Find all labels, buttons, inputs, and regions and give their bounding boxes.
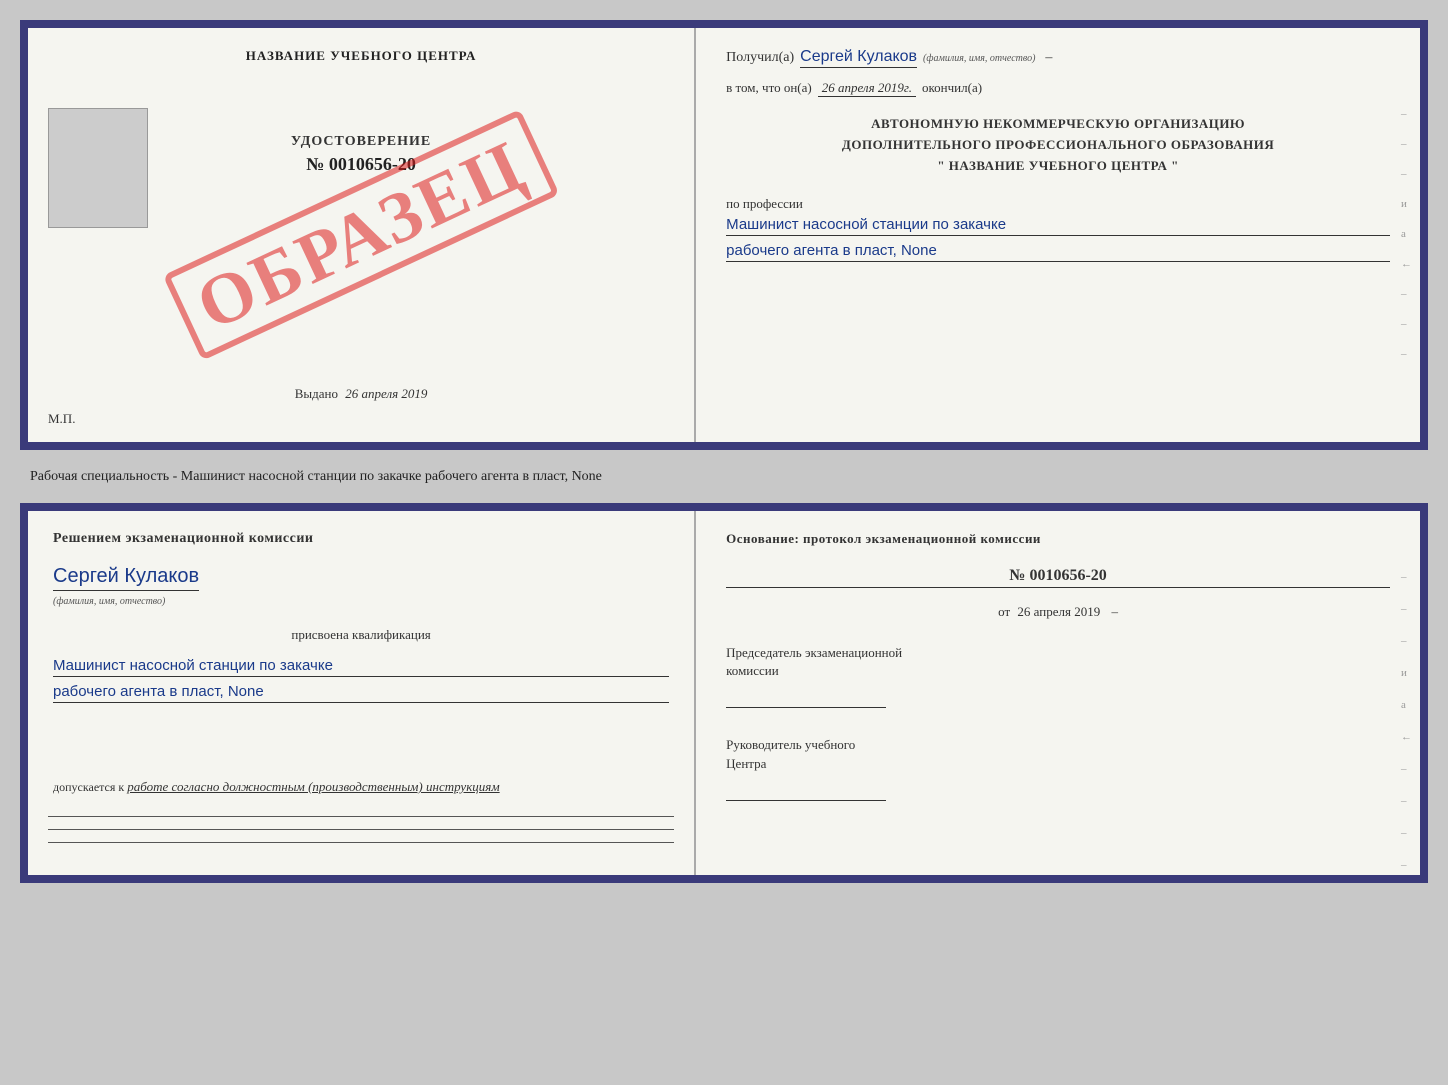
- org-line1: АВТОНОМНУЮ НЕКОММЕРЧЕСКУЮ ОРГАНИЗАЦИЮ: [726, 114, 1390, 135]
- vydano-label: Выдано: [295, 386, 338, 401]
- line-sep-1: [48, 816, 674, 817]
- doc-left: НАЗВАНИЕ УЧЕБНОГО ЦЕНТРА УДОСТОВЕРЕНИЕ №…: [28, 28, 696, 442]
- prisvoena: присвоена квалификация: [53, 627, 669, 643]
- mp-line: М.П.: [48, 411, 75, 427]
- line-sep-2: [48, 829, 674, 830]
- dash-top: –: [1045, 50, 1052, 66]
- dopusk-text: работе согласно должностным (производств…: [127, 779, 499, 794]
- bottom-date: 26 апреля 2019: [1017, 604, 1100, 619]
- vtom-row: в том, что он(а) 26 апреля 2019г. окончи…: [726, 80, 1390, 97]
- rukovoditel-title: Руководитель учебного Центра: [726, 736, 1390, 772]
- bottom-kvali-line2: рабочего агента в пласт, None: [53, 683, 669, 703]
- top-date: 26 апреля 2019г.: [818, 80, 916, 97]
- osnov-title: Основание: протокол экзаменационной коми…: [726, 531, 1390, 547]
- org-block: АВТОНОМНУЮ НЕКОММЕРЧЕСКУЮ ОРГАНИЗАЦИЮ ДО…: [726, 114, 1390, 176]
- dopuskaetsya-label: допускается к: [53, 780, 124, 794]
- bottom-right-side-lines: – – – и а ← – – – –: [1401, 571, 1412, 871]
- doc-right: Получил(а) Сергей Кулаков (фамилия, имя,…: [696, 28, 1420, 442]
- page-wrapper: НАЗВАНИЕ УЧЕБНОГО ЦЕНТРА УДОСТОВЕРЕНИЕ №…: [20, 20, 1428, 883]
- bottom-kvali-line1: Машинист насосной станции по закачке: [53, 657, 669, 677]
- org-line3: " НАЗВАНИЕ УЧЕБНОГО ЦЕНТРА ": [726, 156, 1390, 177]
- udostoverenie-block: УДОСТОВЕРЕНИЕ № 0010656-20: [291, 134, 431, 175]
- protocol-number: № 0010656-20: [726, 567, 1390, 588]
- top-center-title: НАЗВАНИЕ УЧЕБНОГО ЦЕНТРА: [246, 48, 477, 64]
- bottom-left: Решением экзаменационной комиссии Сергей…: [28, 511, 696, 875]
- middle-text: Рабочая специальность - Машинист насосно…: [20, 460, 1428, 493]
- komissia-title: Решением экзаменационной комиссии: [53, 531, 669, 547]
- top-profession-line1: Машинист насосной станции по закачке: [726, 216, 1390, 236]
- org-line2: ДОПОЛНИТЕЛЬНОГО ПРОФЕССИОНАЛЬНОГО ОБРАЗО…: [726, 135, 1390, 156]
- bottom-left-lines: [48, 816, 674, 855]
- recipient-name: Сергей Кулаков: [800, 48, 917, 68]
- line-sep-3: [48, 842, 674, 843]
- top-profession-line2: рабочего агента в пласт, None: [726, 242, 1390, 262]
- rukovoditel-signature-line: [726, 781, 886, 801]
- predsedatel-title: Председатель экзаменационной комиссии: [726, 644, 1390, 680]
- udostoverenie-title: УДОСТОВЕРЕНИЕ: [291, 134, 431, 150]
- po-professii-top: по профессии: [726, 196, 1390, 212]
- document-bottom: Решением экзаменационной комиссии Сергей…: [20, 503, 1428, 883]
- poluchil-label: Получил(а): [726, 50, 794, 66]
- bottom-kvali-block: Машинист насосной станции по закачке раб…: [53, 657, 669, 709]
- vtom-label: в том, что он(а): [726, 80, 812, 96]
- predsedatel-signature-line: [726, 688, 886, 708]
- ot-label: от: [998, 604, 1010, 619]
- bottom-recipient-name: Сергей Кулаков: [53, 565, 199, 591]
- poluchil-row: Получил(а) Сергей Кулаков (фамилия, имя,…: [726, 48, 1390, 68]
- predsedatel-block: Председатель экзаменационной комиссии: [726, 644, 1390, 708]
- fio-hint-top: (фамилия, имя, отчество): [923, 53, 1035, 64]
- right-side-lines-top: – – – и а ← – – –: [1401, 108, 1412, 360]
- photo-placeholder: [48, 108, 148, 228]
- vydano-line: Выдано 26 апреля 2019: [295, 386, 428, 402]
- bottom-name-block: Сергей Кулаков (фамилия, имя, отчество): [53, 565, 669, 609]
- okonchil-label: окончил(а): [922, 80, 982, 96]
- ot-date-bottom: от 26 апреля 2019 –: [726, 604, 1390, 620]
- udostoverenie-number: № 0010656-20: [291, 154, 431, 175]
- top-profession-block: по профессии Машинист насосной станции п…: [726, 196, 1390, 268]
- rukovoditel-block: Руководитель учебного Центра: [726, 736, 1390, 800]
- document-top: НАЗВАНИЕ УЧЕБНОГО ЦЕНТРА УДОСТОВЕРЕНИЕ №…: [20, 20, 1428, 450]
- bottom-right: Основание: протокол экзаменационной коми…: [696, 511, 1420, 875]
- vydano-date: 26 апреля 2019: [345, 386, 427, 401]
- middle-text-content: Рабочая специальность - Машинист насосно…: [30, 469, 602, 484]
- bottom-fio-hint: (фамилия, имя, отчество): [53, 596, 165, 607]
